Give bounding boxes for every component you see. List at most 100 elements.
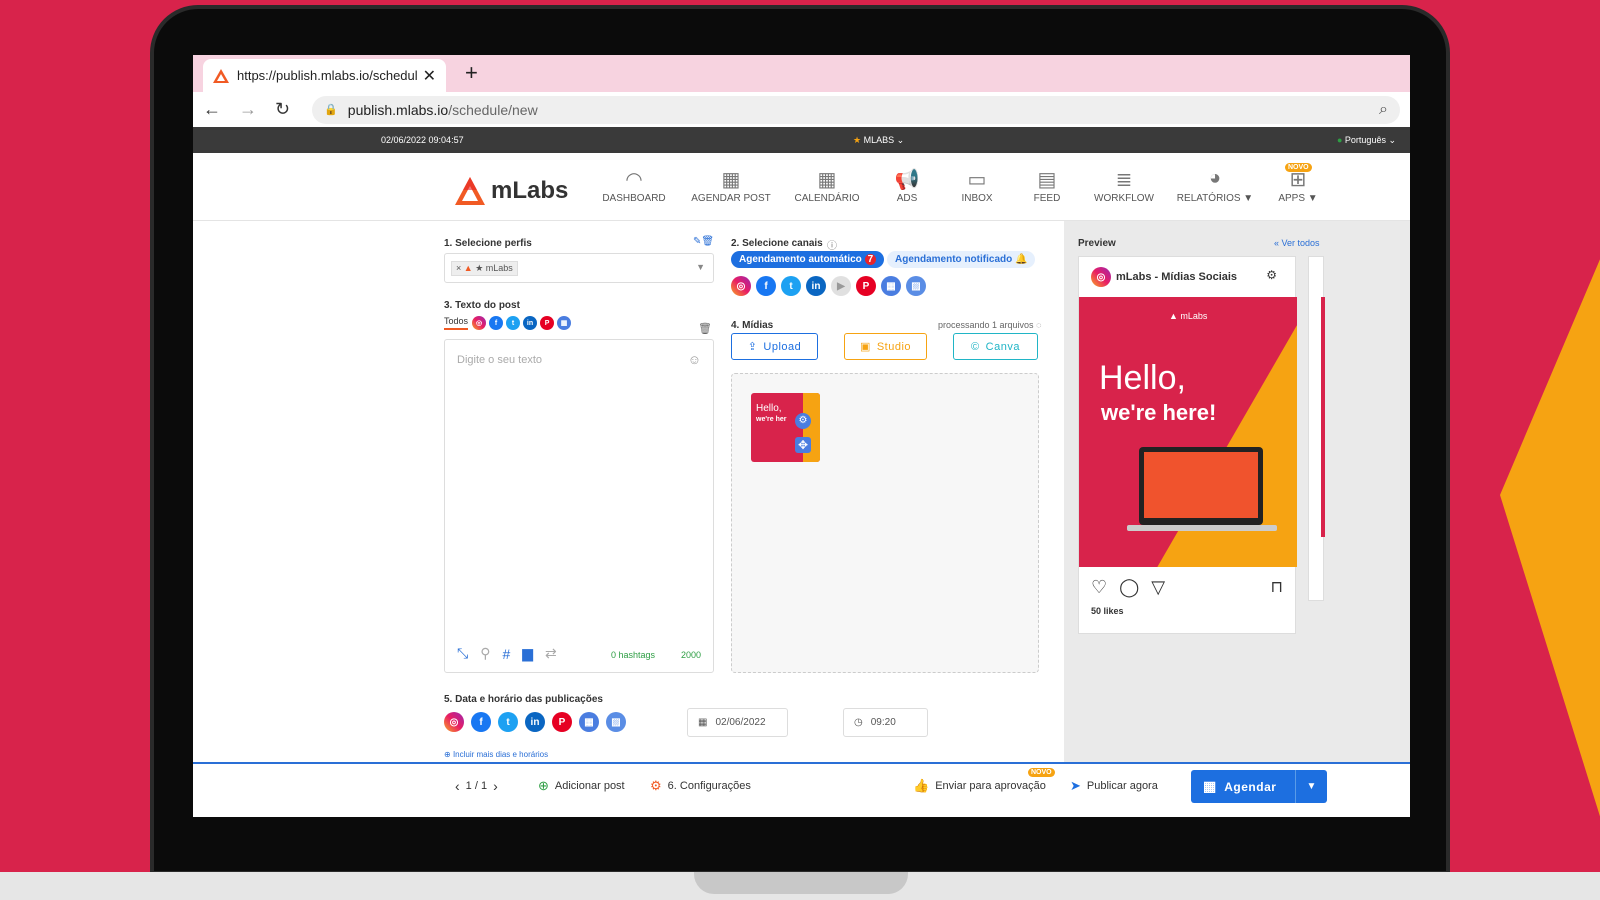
heart-icon[interactable]: ♡: [1091, 577, 1107, 598]
next-preview-card[interactable]: [1308, 256, 1325, 601]
profile-select[interactable]: × ▲ ★ mLabs ▼: [444, 253, 714, 283]
reload-icon[interactable]: ↻: [275, 99, 290, 120]
send-icon[interactable]: ▽: [1151, 577, 1165, 598]
auto-schedule-tab[interactable]: Agendamento automático 7: [731, 251, 885, 268]
pinterest-icon[interactable]: P: [856, 276, 876, 296]
nav-apps[interactable]: ⊞ APPS ▼: [1258, 167, 1338, 204]
new-tab-icon[interactable]: +: [465, 60, 478, 86]
move-icon[interactable]: ✥: [795, 437, 811, 453]
nav-agendar-post[interactable]: ▦ AGENDAR POST: [691, 167, 771, 204]
trash-icon[interactable]: 🗑: [698, 322, 712, 335]
send-approval-button[interactable]: 👍 Enviar para aprovação: [913, 778, 1046, 794]
studio-icon: ▣: [859, 341, 871, 353]
repeat-icon[interactable]: ⇄: [545, 645, 557, 662]
notified-schedule-tab[interactable]: Agendamento notificado 🔔: [887, 251, 1036, 268]
nav-workflow[interactable]: ≣ WORKFLOW: [1084, 167, 1164, 204]
canva-button[interactable]: © Canva: [953, 333, 1038, 360]
link-icon[interactable]: ⚲: [480, 645, 490, 662]
zoom-icon[interactable]: ⌕: [1379, 101, 1388, 119]
chevron-left-icon[interactable]: ‹: [455, 778, 460, 794]
facebook-icon[interactable]: f: [489, 316, 504, 330]
url-input[interactable]: 🔒 publish.mlabs.io/schedule/new ⌕: [312, 95, 1400, 124]
linkedin-icon[interactable]: in: [525, 712, 545, 732]
browser-tab[interactable]: https://publish.mlabs.io/schedule ✕: [203, 59, 446, 92]
image-icon[interactable]: ▨: [606, 712, 626, 732]
profile-chip[interactable]: × ▲ ★ mLabs: [451, 261, 518, 276]
image-icon[interactable]: ▨: [906, 276, 926, 296]
nav-relatorios[interactable]: ◕ RELATÓRIOS ▼: [1175, 167, 1255, 204]
gear-icon[interactable]: ⚙: [795, 413, 811, 429]
chevron-right-icon[interactable]: ›: [493, 778, 498, 794]
app-topbar: 02/06/2022 09:04:57 ★ MLABS ⌄ ● Portuguê…: [193, 127, 1410, 153]
step1-label: 1. Selecione perfis: [444, 238, 532, 249]
nav-dashboard[interactable]: ◠ DASHBOARD: [594, 167, 674, 204]
chevron-down-icon[interactable]: ▼: [1295, 770, 1327, 803]
see-all-label: Ver todos: [1281, 238, 1320, 248]
feed-icon: ▤: [1037, 169, 1057, 191]
pinterest-icon[interactable]: P: [540, 316, 555, 330]
bookmark-icon[interactable]: ⊓: [1271, 577, 1283, 597]
nav-feed[interactable]: ▤ FEED: [1007, 167, 1087, 204]
processing-status: processando 1 arquivos ◌: [938, 320, 1041, 330]
instagram-icon[interactable]: ◎: [472, 316, 487, 330]
document-icon[interactable]: ▆: [522, 645, 533, 662]
step5-label: 5. Data e horário das publicações: [444, 694, 603, 705]
nav-calendario[interactable]: ▦ CALENDÁRIO: [787, 167, 867, 204]
youtube-icon[interactable]: ▶: [831, 276, 851, 296]
media-dropzone[interactable]: Hello, we're her ⚙ ✥: [731, 373, 1039, 673]
google-business-icon[interactable]: ▦: [881, 276, 901, 296]
date-value: 02/06/2022: [715, 717, 766, 728]
close-tab-icon[interactable]: ✕: [423, 66, 436, 86]
shrink-icon[interactable]: ⤡: [457, 645, 468, 662]
twitter-icon[interactable]: t: [781, 276, 801, 296]
nav-inbox[interactable]: ▭ INBOX: [937, 167, 1017, 204]
back-icon[interactable]: ←: [203, 99, 221, 120]
see-all-link[interactable]: « Ver todos: [1274, 238, 1320, 248]
facebook-icon[interactable]: f: [756, 276, 776, 296]
schedule-button[interactable]: ▦ Agendar ▼: [1191, 770, 1327, 803]
hashtag-icon[interactable]: #: [502, 646, 510, 662]
step2-label: 2. Selecione canais: [731, 238, 823, 249]
publish-now-label: Publicar agora: [1086, 780, 1158, 792]
mlabs-profile-icon: ▲: [463, 263, 473, 273]
settings-button[interactable]: ⚙ 6. Configurações: [650, 778, 751, 794]
forward-icon[interactable]: →: [239, 99, 257, 120]
instagram-icon[interactable]: ◎: [731, 276, 751, 296]
info-icon[interactable]: ⓘ: [827, 237, 837, 252]
gear-icon[interactable]: ⚙: [1266, 268, 1277, 282]
emoji-icon[interactable]: ☺: [688, 352, 701, 367]
facebook-icon[interactable]: f: [471, 712, 491, 732]
publish-now-button[interactable]: ➤ Publicar agora: [1070, 778, 1158, 794]
post-text-placeholder: Digite o seu texto: [457, 354, 542, 366]
time-input[interactable]: ◷ 09:20: [843, 708, 928, 737]
bell-icon: 🔔: [1015, 254, 1028, 265]
preview-laptop-screen: [1144, 452, 1258, 518]
pinterest-icon[interactable]: P: [552, 712, 572, 732]
instagram-icon[interactable]: ◎: [444, 712, 464, 732]
account-selector[interactable]: ★ MLABS ⌄: [853, 135, 904, 146]
linkedin-icon[interactable]: in: [523, 316, 538, 330]
post-text-area[interactable]: Digite o seu texto ☺ ⤡ ⚲ # ▆ ⇄ 0 hashtag…: [444, 339, 714, 673]
twitter-icon[interactable]: t: [498, 712, 518, 732]
nav-ads[interactable]: 📢 ADS: [867, 167, 947, 204]
notified-schedule-label: Agendamento notificado: [895, 254, 1013, 265]
preview-laptop: [1139, 447, 1263, 525]
comment-icon[interactable]: ◯: [1119, 577, 1139, 598]
mlabs-logo[interactable]: mLabs: [455, 177, 568, 205]
tab-todos[interactable]: Todos: [444, 316, 469, 330]
edit-profiles-icon[interactable]: ✎🗑: [693, 236, 714, 247]
preview-label: Preview: [1078, 238, 1116, 249]
studio-button[interactable]: ▣ Studio: [844, 333, 927, 360]
linkedin-icon[interactable]: in: [806, 276, 826, 296]
canva-icon: ©: [971, 340, 980, 353]
add-post-button[interactable]: ⊕ Adicionar post: [538, 778, 625, 794]
preview-actions: ♡ ◯ ▽: [1091, 577, 1165, 598]
media-thumbnail[interactable]: Hello, we're her ⚙ ✥: [751, 393, 820, 462]
twitter-icon[interactable]: t: [506, 316, 521, 330]
date-input[interactable]: ▦ 02/06/2022: [687, 708, 788, 737]
upload-button[interactable]: ⇪ Upload: [731, 333, 818, 360]
language-selector[interactable]: ● Português ⌄: [1337, 135, 1396, 146]
google-business-icon[interactable]: ▦: [557, 316, 572, 330]
google-business-icon[interactable]: ▦: [579, 712, 599, 732]
add-more-dates-link[interactable]: ⊕ Incluir mais dias e horários: [444, 750, 548, 759]
